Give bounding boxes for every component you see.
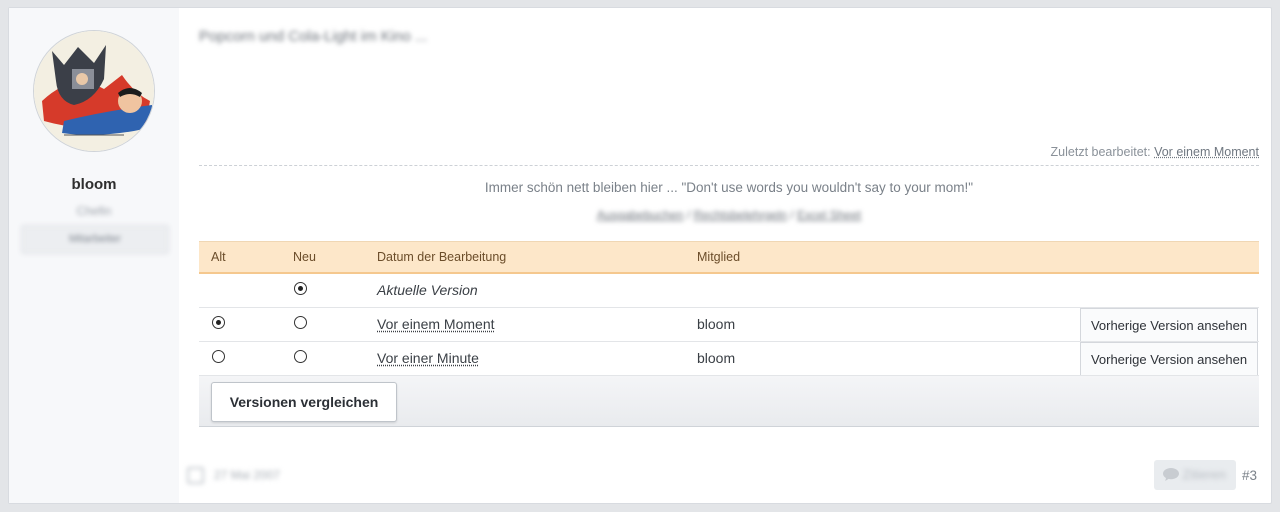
version-member[interactable]: bloom (697, 316, 735, 332)
author-badge: Mitarbeiter (21, 225, 169, 254)
author-name[interactable]: bloom (9, 176, 179, 193)
quote-button-label: Zitieren (1182, 467, 1226, 482)
signature-link-separator: / (790, 208, 794, 222)
table-row: Vor einer Minute bloom Vorherige Version… (199, 342, 1259, 376)
post-select-checkbox[interactable] (187, 467, 204, 484)
signature-divider (199, 165, 1259, 166)
last-edited-info: Zuletzt bearbeitet: Vor einem Moment (1051, 145, 1259, 159)
author-avatar[interactable] (33, 30, 155, 152)
compare-versions-button[interactable]: Versionen vergleichen (211, 382, 397, 422)
post-title: Popcorn und Cola-Light im Kino ... (199, 28, 428, 45)
author-role: Chefin (76, 204, 112, 218)
neu-radio[interactable] (294, 282, 307, 295)
last-edited-label: Zuletzt bearbeitet: (1050, 145, 1151, 159)
quote-button[interactable]: Zitieren (1154, 460, 1236, 490)
post-date: 27 Mai 2007 (214, 468, 281, 482)
signature-link[interactable]: Excel Sheet (797, 208, 861, 222)
table-row: Aktuelle Version (199, 274, 1259, 308)
view-previous-version-button[interactable]: Vorherige Version ansehen (1080, 308, 1258, 341)
neu-radio[interactable] (294, 316, 307, 329)
edit-history-table: Alt Neu Datum der Bearbeitung Mitglied A… (199, 241, 1259, 427)
table-row: Vor einem Moment bloom Vorherige Version… (199, 308, 1259, 342)
alt-radio[interactable] (212, 316, 225, 329)
view-previous-version-button[interactable]: Vorherige Version ansehen (1080, 342, 1258, 375)
signature-link[interactable]: Ausgabebuchen (597, 208, 684, 222)
author-sidebar: bloom Chefin Mitarbeiter (9, 8, 179, 503)
signature-links: Ausgabebuchen / Rechtsbelehrgeln / Excel… (199, 208, 1259, 222)
version-date-link[interactable]: Vor einem Moment (377, 316, 495, 332)
last-edited-link[interactable]: Vor einem Moment (1154, 145, 1259, 159)
header-datum: Datum der Bearbeitung (377, 250, 507, 264)
neu-radio[interactable] (294, 350, 307, 363)
version-date-link[interactable]: Vor einer Minute (377, 350, 479, 366)
version-member[interactable]: bloom (697, 350, 735, 366)
signature-link-separator: / (686, 208, 691, 222)
header-mitglied: Mitglied (697, 250, 741, 264)
header-alt: Alt (211, 250, 226, 264)
header-neu: Neu (293, 250, 316, 264)
speech-bubble-icon (1163, 468, 1179, 481)
signature-link[interactable]: Rechtsbelehrgeln (694, 208, 787, 222)
post-number[interactable]: #3 (1242, 468, 1257, 483)
version-date: Aktuelle Version (377, 282, 478, 298)
avatar-image (34, 31, 154, 151)
signature-text: Immer schön nett bleiben hier ... "Don't… (484, 180, 974, 195)
alt-radio[interactable] (212, 350, 225, 363)
table-footer: Versionen vergleichen (199, 376, 1259, 427)
table-header: Alt Neu Datum der Bearbeitung Mitglied (199, 241, 1259, 274)
post-card: bloom Chefin Mitarbeiter Popcorn und Col… (8, 7, 1272, 504)
